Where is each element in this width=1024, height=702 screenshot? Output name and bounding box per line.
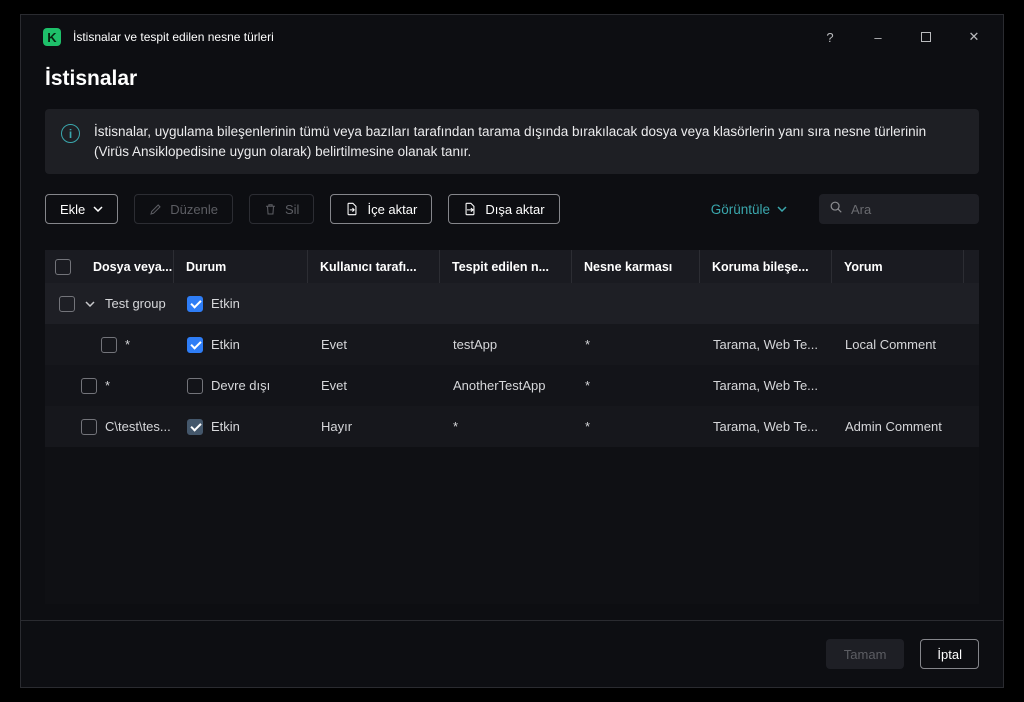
search-icon [829, 200, 843, 219]
view-menu-button[interactable]: Görüntüle [711, 202, 787, 217]
cell-component: Tarama, Web Te... [699, 378, 831, 393]
cell-user: Hayır [307, 419, 439, 434]
cancel-button[interactable]: İptal [920, 639, 979, 669]
table-group-row[interactable]: Test group Etkin [45, 283, 979, 324]
info-banner: i İstisnalar, uygulama bileşenlerinin tü… [45, 109, 979, 174]
column-header-comment[interactable]: Yorum [831, 250, 963, 283]
cell-component: Tarama, Web Te... [699, 419, 831, 434]
column-header-status[interactable]: Durum [173, 250, 307, 283]
row-name: * [125, 337, 130, 352]
trash-icon [264, 203, 277, 216]
column-header-spacer [963, 250, 981, 283]
cell-hash: * [571, 378, 699, 393]
add-button[interactable]: Ekle [45, 194, 118, 224]
row-name: * [105, 378, 110, 393]
column-header-name[interactable]: Dosya veya... [81, 250, 173, 283]
import-button-label: İçe aktar [367, 202, 417, 217]
export-button-label: Dışa aktar [485, 202, 544, 217]
dialog-window: K İstisnalar ve tespit edilen nesne türl… [20, 14, 1004, 688]
cell-component: Tarama, Web Te... [699, 337, 831, 352]
row-select-checkbox[interactable] [81, 378, 97, 394]
delete-button[interactable]: Sil [249, 194, 314, 224]
table-row[interactable]: C\test\tes... Etkin Hayır * * Tarama, We… [45, 406, 979, 447]
cell-comment: Local Comment [831, 337, 963, 352]
column-header-detected[interactable]: Tespit edilen n... [439, 250, 571, 283]
cell-hash: * [571, 419, 699, 434]
status-checkbox[interactable] [187, 337, 203, 353]
status-checkbox[interactable] [187, 419, 203, 435]
export-button[interactable]: Dışa aktar [448, 194, 559, 224]
status-checkbox[interactable] [187, 378, 203, 394]
table-header: Dosya veya... Durum Kullanıcı tarafı... … [45, 250, 979, 283]
window-title: İstisnalar ve tespit edilen nesne türler… [73, 30, 274, 44]
edit-button[interactable]: Düzenle [134, 194, 233, 224]
minimize-button[interactable]: – [871, 30, 885, 44]
maximize-icon [921, 32, 931, 42]
titlebar: K İstisnalar ve tespit edilen nesne türl… [21, 15, 1003, 59]
maximize-button[interactable] [919, 30, 933, 44]
status-checkbox[interactable] [187, 296, 203, 312]
cell-hash: * [571, 337, 699, 352]
row-name: C\test\tes... [105, 419, 171, 434]
column-header-component[interactable]: Koruma bileşe... [699, 250, 831, 283]
cell-detected: testApp [439, 337, 571, 352]
group-name: Test group [105, 296, 166, 311]
export-icon [463, 202, 477, 216]
ok-button[interactable]: Tamam [826, 639, 905, 669]
help-button[interactable]: ? [823, 30, 837, 44]
cell-user: Evet [307, 337, 439, 352]
view-menu-label: Görüntüle [711, 202, 770, 217]
status-label: Etkin [211, 419, 240, 434]
toolbar: Ekle Düzenle Sil İçe aktar [45, 194, 979, 224]
column-header-hash[interactable]: Nesne karması [571, 250, 699, 283]
kaspersky-logo-icon: K [43, 28, 61, 46]
search-input[interactable] [851, 202, 969, 217]
row-select-checkbox[interactable] [81, 419, 97, 435]
status-label: Etkin [211, 296, 240, 311]
close-button[interactable]: ✕ [967, 30, 981, 44]
chevron-down-icon [93, 206, 103, 212]
import-button[interactable]: İçe aktar [330, 194, 432, 224]
group-expand-chevron-icon[interactable] [85, 301, 95, 307]
cell-detected: AnotherTestApp [439, 378, 571, 393]
column-header-user[interactable]: Kullanıcı tarafı... [307, 250, 439, 283]
cell-detected: * [439, 419, 571, 434]
info-icon: i [61, 124, 80, 143]
table-row[interactable]: * Devre dışı Evet AnotherTestApp * Taram… [45, 365, 979, 406]
info-banner-text: İstisnalar, uygulama bileşenlerinin tümü… [94, 122, 963, 161]
table-row[interactable]: * Etkin Evet testApp * Tarama, Web Te...… [45, 324, 979, 365]
status-label: Devre dışı [211, 378, 270, 393]
row-select-checkbox[interactable] [59, 296, 75, 312]
search-box [819, 194, 979, 224]
edit-button-label: Düzenle [170, 202, 218, 217]
add-button-label: Ekle [60, 202, 85, 217]
row-select-checkbox[interactable] [101, 337, 117, 353]
status-label: Etkin [211, 337, 240, 352]
import-icon [345, 202, 359, 216]
delete-button-label: Sil [285, 202, 299, 217]
page-title: İstisnalar [45, 67, 979, 91]
pencil-icon [149, 203, 162, 216]
exclusions-table: Dosya veya... Durum Kullanıcı tarafı... … [45, 250, 979, 604]
cell-comment: Admin Comment [831, 419, 963, 434]
cell-user: Evet [307, 378, 439, 393]
chevron-down-icon [777, 206, 787, 212]
select-all-checkbox[interactable] [55, 259, 71, 275]
footer: Tamam İptal [21, 621, 1003, 687]
